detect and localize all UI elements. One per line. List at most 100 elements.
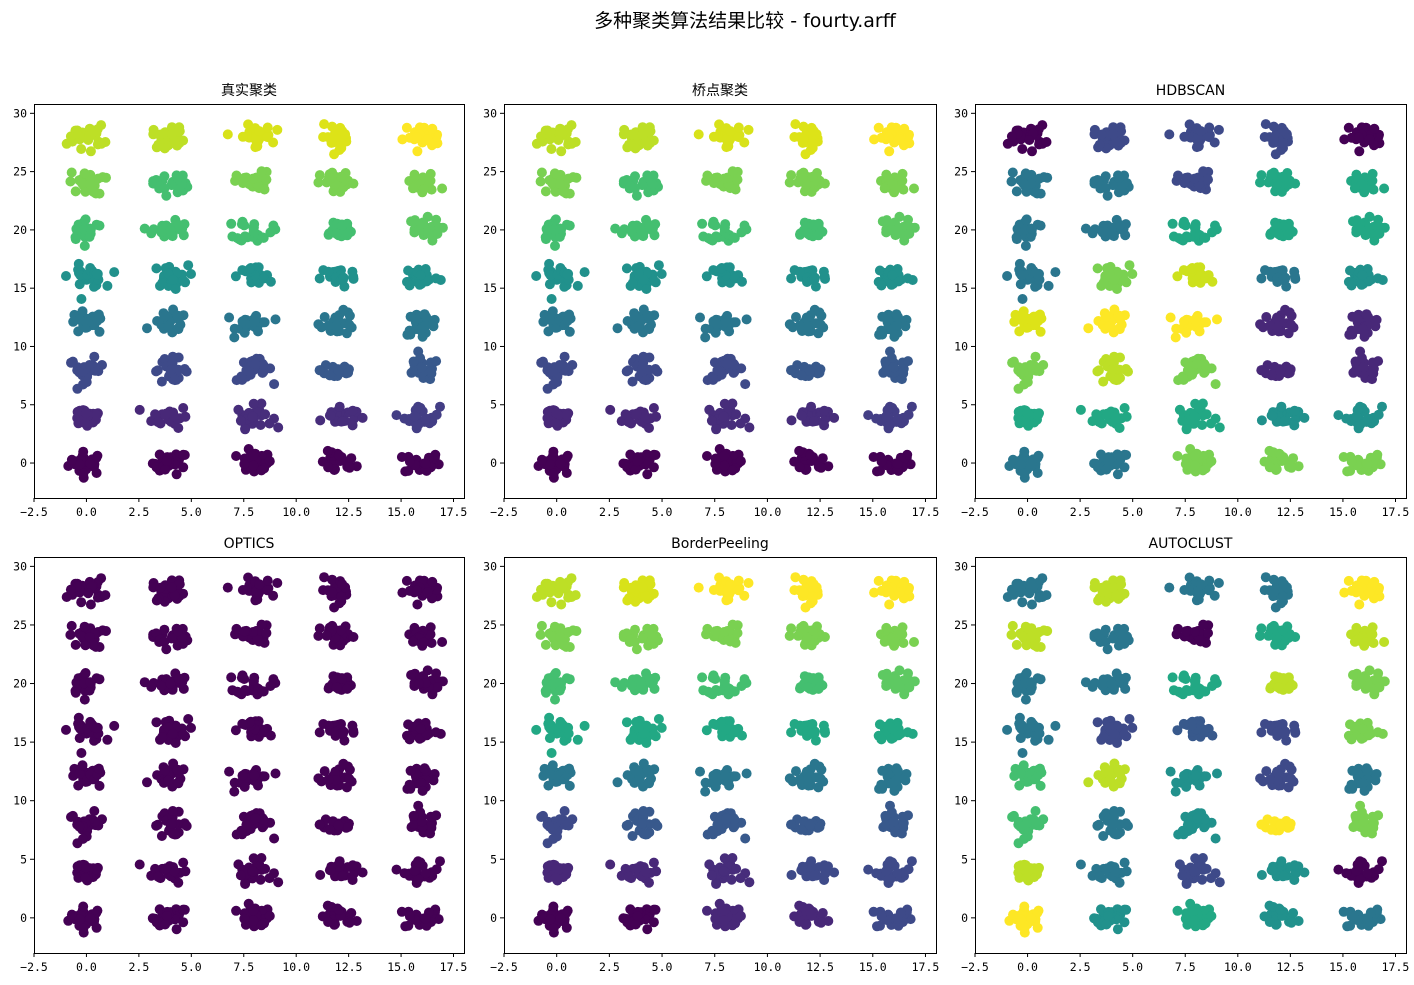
y-tick-label: 20 [954,223,968,237]
scatter-point [74,768,85,779]
scatter-points [61,119,448,483]
scatter-point [426,821,437,832]
scatter-point [653,714,664,724]
scatter-point [324,824,335,835]
scatter-point [786,170,797,181]
scatter-point [322,445,333,456]
scatter-point [73,258,84,269]
scatter-point [180,866,191,877]
scatter-point [887,723,898,734]
scatter-point [730,317,741,328]
scatter-point [891,309,902,320]
scatter-point [1279,274,1290,285]
scatter-point [876,280,887,291]
scatter-point [572,280,583,291]
scatter-point [102,734,113,745]
scatter-point [270,314,281,325]
scatter-point [323,320,334,331]
scatter-point [702,451,712,461]
scatter-point [399,413,410,424]
scatter-point [1194,326,1205,337]
scatter-point [1021,418,1032,429]
scatter-point [1026,223,1037,234]
scatter-point [724,780,735,791]
scatter-point [550,873,561,883]
scatter-point [321,177,332,188]
scatter-point [109,720,120,731]
scatter-point [431,356,442,367]
axes-frame [504,104,937,499]
y-tick-label: 25 [954,165,968,179]
scatter-point [605,404,616,415]
scatter-point [809,870,819,881]
scatter-point [79,621,90,632]
scatter-point [531,271,542,281]
scatter-point [648,857,659,868]
scatter-point [418,637,429,648]
scatter-point [229,786,240,797]
scatter-point [408,183,418,194]
scatter-point [247,866,258,877]
scatter-point [1180,172,1191,183]
scatter-point [807,138,818,149]
x-tick-label: −2.5 [20,960,48,974]
scatter-point [631,190,642,201]
scatter-point [903,409,914,420]
scatter-point [621,717,632,728]
scatter-points [531,119,920,483]
x-tick-label: 0.0 [1017,505,1038,519]
scatter-point [173,877,184,888]
scatter-point [80,668,91,678]
scatter-point [338,274,348,285]
y-tick-label: 5 [20,398,27,412]
scatter-point [233,859,244,870]
scatter-point [1203,174,1213,185]
scatter-point [85,677,96,688]
scatter-point [637,129,648,140]
y-tick-label: 30 [13,559,27,573]
scatter-point [179,904,190,915]
scatter-point [270,768,281,779]
scatter-point [337,579,348,590]
scatter-point [79,168,90,179]
scatter-point [348,725,359,736]
scatter-point [235,415,246,426]
scatter-point [1050,267,1061,278]
scatter-point [78,379,88,390]
scatter-point [165,225,176,236]
scatter-point [1123,366,1133,377]
scatter-point [885,225,896,235]
scatter-point [151,263,162,274]
scatter-point [712,819,723,830]
scatter-point [265,681,276,691]
scatter-point [710,172,721,183]
scatter-point [1094,417,1105,428]
x-tick-label: 10.0 [1224,505,1252,519]
scatter-point [1189,450,1200,461]
scatter-point [1350,356,1361,367]
scatter-point [319,572,330,583]
scatter-point [708,718,719,729]
scatter-point [579,267,590,278]
scatter-point [536,357,547,368]
scatter-point [91,269,102,280]
scatter-point [1201,409,1212,420]
scatter-point [641,284,652,294]
x-tick-label: 7.5 [233,960,254,974]
scatter-point [627,732,638,743]
scatter-point [1339,134,1350,145]
scatter-point [877,311,888,322]
scatter-point [897,821,908,832]
scatter-point [1290,178,1301,189]
scatter-point [239,913,250,924]
scatter-point [404,911,415,922]
scatter-point [247,411,258,422]
scatter-point [899,123,910,134]
y-tick-label: 0 [490,456,497,470]
scatter-point [561,922,572,933]
scatter-point [409,411,420,422]
scatter-point [638,728,649,739]
scatter-point [337,416,348,427]
scatter-point [797,410,808,421]
scatter-point [1256,170,1267,181]
